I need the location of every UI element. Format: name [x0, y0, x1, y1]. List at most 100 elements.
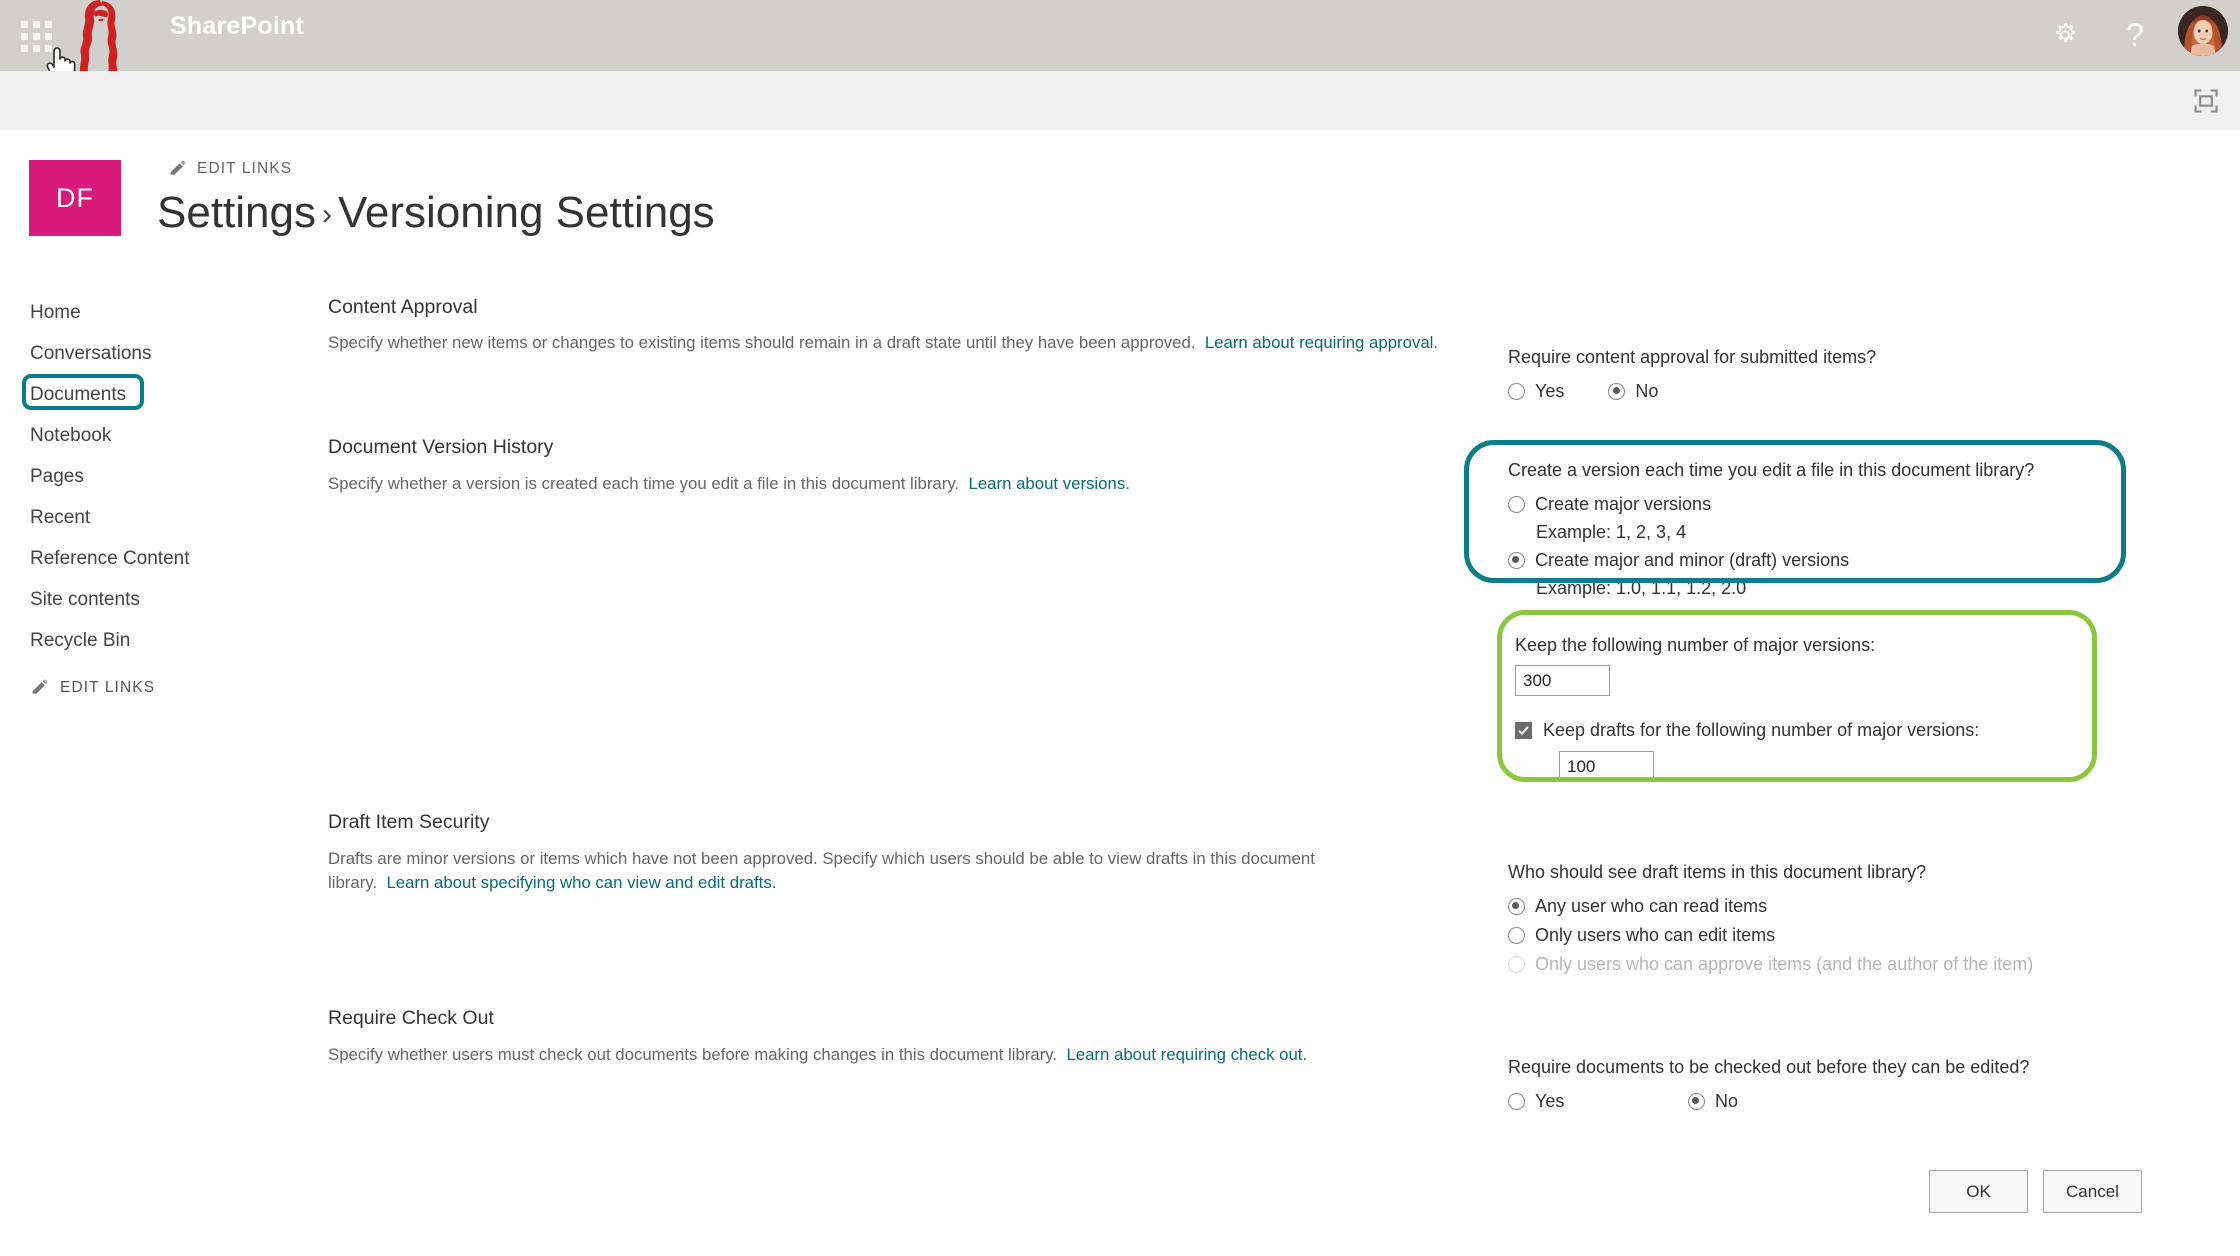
breadcrumb-parent[interactable]: Settings [157, 188, 316, 237]
option-label: Any user who can read items [1535, 896, 1768, 916]
content-approval-question: Require content approval for submitted i… [1508, 347, 1877, 367]
draft-visibility-option-approvers: Only users who can approve items (and th… [1508, 950, 2033, 979]
draft-visibility-option-editors[interactable]: Only users who can edit items [1508, 921, 2033, 950]
radio-icon[interactable] [1508, 1093, 1525, 1110]
check-out-option-no[interactable]: No [1688, 1087, 1738, 1116]
check-out-option-yes[interactable]: Yes [1508, 1087, 1688, 1116]
keep-drafts-row[interactable]: Keep drafts for the following number of … [1515, 720, 1979, 741]
brand-logo-icon [70, 0, 130, 72]
waffle-dot [45, 21, 52, 28]
suite-bar: SharePoint ? [0, 0, 2240, 82]
version-history-question: Create a version each time you edit a fi… [1508, 460, 2035, 480]
waffle-dot [45, 33, 52, 40]
radio-icon[interactable] [1508, 496, 1525, 513]
option-label: Yes [1535, 381, 1565, 401]
sidebar-item-label: Site contents [30, 589, 140, 610]
avatar[interactable] [2178, 6, 2228, 56]
version-history-title: Document Version History [328, 436, 554, 458]
edit-links-bottom-label: EDIT LINKS [60, 679, 156, 696]
learn-about-requiring-approval-link[interactable]: Learn about requiring approval. [1205, 333, 1438, 352]
keep-drafts-input[interactable] [1559, 751, 1654, 782]
sidebar-item-pages[interactable]: Pages [0, 456, 300, 497]
content-approval-title: Content Approval [328, 296, 478, 318]
radio-icon[interactable] [1508, 927, 1525, 944]
sidebar-item-site-contents[interactable]: Site contents [0, 579, 300, 620]
option-label: Only users who can edit items [1535, 925, 1776, 945]
draft-item-security-question-block: Who should see draft items in this docum… [1508, 862, 2033, 979]
waffle-dot [33, 45, 40, 52]
checkbox-icon[interactable] [1515, 722, 1532, 739]
sidebar-item-home[interactable]: Home [0, 292, 300, 333]
radio-icon[interactable] [1608, 383, 1626, 400]
sidebar-item-notebook[interactable]: Notebook [0, 415, 300, 456]
learn-about-versions-link[interactable]: Learn about versions. [968, 474, 1129, 493]
radio-icon[interactable] [1508, 898, 1525, 915]
breadcrumb-current: Versioning Settings [337, 188, 715, 237]
sidebar-item-label: Recycle Bin [30, 630, 131, 651]
sidebar-item-label: Home [30, 302, 81, 323]
waffle-dot [21, 33, 28, 40]
sidebar-item-label: Notebook [30, 425, 112, 446]
draft-visibility-option-any-reader[interactable]: Any user who can read items [1508, 892, 2033, 921]
require-check-out-desc-text: Specify whether users must check out doc… [328, 1045, 1058, 1064]
content-approval-question-block: Require content approval for submitted i… [1508, 347, 1876, 406]
keep-major-versions-label: Keep the following number of major versi… [1515, 635, 1876, 655]
version-history-description: Specify whether a version is created eac… [328, 472, 1448, 496]
version-option-major[interactable]: Create major versions [1508, 490, 2034, 519]
gear-icon[interactable] [2044, 14, 2086, 56]
version-option-major-minor[interactable]: Create major and minor (draft) versions [1508, 546, 2034, 575]
content-approval-option-yes[interactable]: Yes [1508, 377, 1564, 406]
app-launcher-icon[interactable] [18, 18, 52, 52]
draft-item-security-title: Draft Item Security [328, 811, 490, 833]
require-check-out-description: Specify whether users must check out doc… [328, 1043, 1418, 1067]
help-icon[interactable]: ? [2114, 14, 2156, 56]
focus-on-content-icon[interactable] [2192, 87, 2220, 115]
option-label: Only users who can approve items (and th… [1535, 954, 2034, 974]
sidebar-item-conversations[interactable]: Conversations [0, 333, 300, 374]
edit-links-top-button[interactable]: EDIT LINKS [168, 160, 292, 178]
keep-major-versions-input[interactable] [1515, 665, 1610, 696]
site-logo: DF [29, 160, 121, 236]
sidebar-item-reference-content[interactable]: Reference Content [0, 538, 300, 579]
sidebar-item-recent[interactable]: Recent [0, 497, 300, 538]
content-approval-option-no[interactable]: No [1608, 377, 1658, 406]
radio-icon [1508, 956, 1525, 973]
sidebar-item-label: Documents [30, 384, 127, 405]
draft-item-security-question: Who should see draft items in this docum… [1508, 862, 1927, 882]
content-approval-desc-text: Specify whether new items or changes to … [328, 333, 1196, 352]
waffle-dot [33, 21, 40, 28]
radio-icon[interactable] [1688, 1093, 1705, 1110]
require-check-out-question-block: Require documents to be checked out befo… [1508, 1057, 2029, 1116]
option-label: Yes [1535, 1091, 1565, 1111]
waffle-dot [21, 45, 28, 52]
sidebar-item-recycle-bin[interactable]: Recycle Bin [0, 620, 300, 661]
page-title: Settings › Versioning Settings [157, 188, 715, 238]
edit-links-top-label: EDIT LINKS [197, 160, 293, 177]
learn-about-check-out-link[interactable]: Learn about requiring check out. [1066, 1045, 1307, 1064]
waffle-dot [21, 21, 28, 28]
edit-links-bottom-button[interactable]: EDIT LINKS [30, 679, 155, 697]
pencil-icon [32, 679, 48, 694]
keep-drafts-block: Keep drafts for the following number of … [1515, 720, 1979, 782]
keep-major-versions-block: Keep the following number of major versi… [1515, 635, 1875, 696]
learn-about-drafts-link[interactable]: Learn about specifying who can view and … [386, 873, 776, 892]
sidebar-item-label: Reference Content [30, 548, 190, 569]
cancel-button[interactable]: Cancel [2043, 1170, 2142, 1213]
draft-item-security-description: Drafts are minor versions or items which… [328, 847, 1418, 896]
ok-button[interactable]: OK [1929, 1170, 2028, 1213]
version-option-major-minor-example: Example: 1.0, 1.1, 1.2, 2.0 [1536, 578, 1747, 598]
version-history-question-block: Create a version each time you edit a fi… [1508, 460, 2034, 602]
suite-title: SharePoint [170, 12, 304, 40]
option-label: Create major and minor (draft) versions [1535, 550, 1850, 570]
radio-icon[interactable] [1508, 383, 1525, 400]
sidebar-item-label: Recent [30, 507, 91, 528]
radio-icon[interactable] [1508, 552, 1525, 569]
content-approval-description: Specify whether new items or changes to … [328, 331, 1448, 355]
option-label: Create major versions [1535, 494, 1712, 514]
sidebar-item-documents[interactable]: Documents [0, 374, 300, 415]
ribbon-strip [0, 71, 2240, 130]
breadcrumb-separator: › [321, 198, 332, 232]
require-check-out-question: Require documents to be checked out befo… [1508, 1057, 2030, 1077]
sidebar-item-label: Pages [30, 466, 84, 487]
keep-drafts-label: Keep drafts for the following number of … [1543, 720, 1980, 740]
